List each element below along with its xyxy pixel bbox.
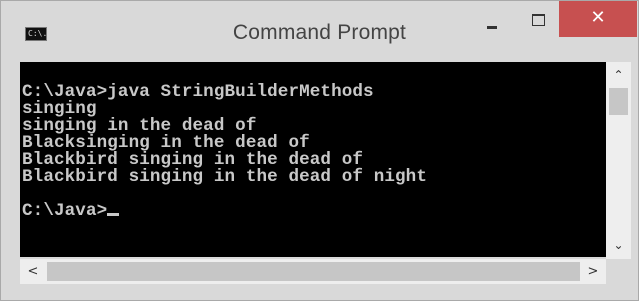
command-prompt-window: C:\. Command Prompt ✕ C:\Java>java Strin… <box>0 0 639 301</box>
maximize-button[interactable] <box>519 1 557 37</box>
scroll-down-arrow-icon[interactable]: ⌄ <box>606 232 631 258</box>
maximize-icon <box>532 14 545 26</box>
vertical-scroll-thumb[interactable] <box>609 88 628 115</box>
console-line: Blackbird singing in the dead of night <box>22 167 428 187</box>
scroll-right-arrow-icon[interactable]: > <box>580 259 606 284</box>
close-button[interactable]: ✕ <box>559 1 637 37</box>
close-icon: ✕ <box>590 7 606 28</box>
scrollbar-corner <box>606 259 631 284</box>
minimize-button[interactable] <box>473 1 511 37</box>
console-output[interactable]: C:\Java>java StringBuilderMethods singin… <box>20 62 606 257</box>
minimize-icon <box>487 26 497 29</box>
console-line: C:\Java>java StringBuilderMethods <box>22 82 374 102</box>
console-prompt-line[interactable]: C:\Java> <box>22 201 606 221</box>
horizontal-scrollbar[interactable]: < > <box>20 259 606 284</box>
vertical-scrollbar[interactable]: ⌃ ⌄ <box>606 62 631 259</box>
scroll-left-arrow-icon[interactable]: < <box>20 259 46 284</box>
title-bar[interactable]: C:\. Command Prompt ✕ <box>1 1 638 51</box>
prompt-text: C:\Java> <box>22 201 108 221</box>
horizontal-scroll-thumb[interactable] <box>47 262 580 281</box>
scroll-up-arrow-icon[interactable]: ⌃ <box>606 62 631 88</box>
console-line-empty <box>22 186 606 203</box>
text-cursor <box>107 213 120 216</box>
